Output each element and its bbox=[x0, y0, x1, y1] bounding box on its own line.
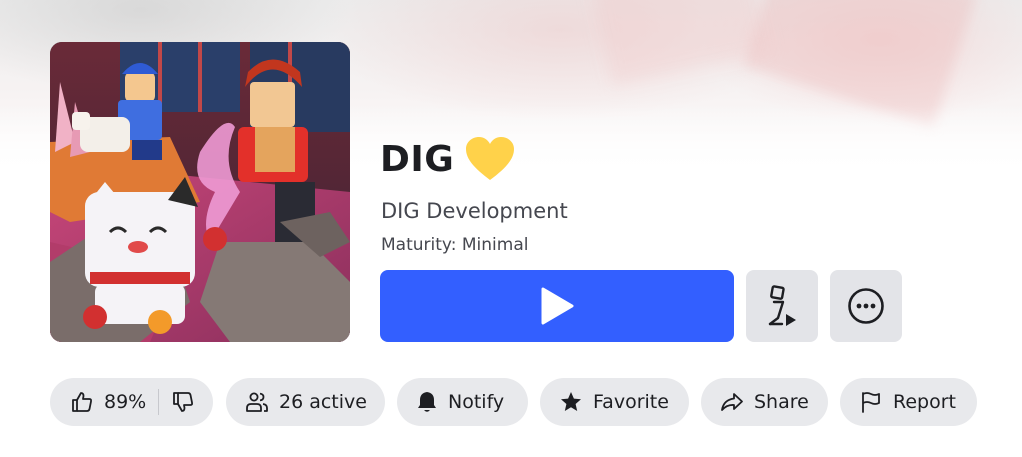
more-options-icon bbox=[848, 288, 884, 324]
creator-name[interactable]: DIG Development bbox=[381, 199, 568, 223]
flag-icon bbox=[862, 392, 880, 413]
notify-button[interactable]: Notify bbox=[397, 378, 528, 426]
share-arrow-icon bbox=[721, 393, 743, 411]
play-icon bbox=[541, 287, 574, 325]
vote-pill: 89% bbox=[50, 378, 213, 426]
title-row: DIG bbox=[380, 136, 516, 182]
share-button[interactable]: Share bbox=[701, 378, 828, 426]
notify-label: Notify bbox=[448, 391, 505, 413]
favorite-label: Favorite bbox=[593, 391, 669, 413]
server-join-button[interactable] bbox=[746, 270, 818, 342]
game-thumbnail bbox=[50, 42, 350, 342]
heart-icon bbox=[464, 136, 516, 182]
vote-divider bbox=[158, 389, 160, 415]
thumbs-down-icon bbox=[173, 392, 194, 412]
maturity-label: Maturity: bbox=[381, 235, 457, 255]
background-shape bbox=[591, 0, 769, 86]
report-label: Report bbox=[893, 391, 956, 413]
maturity-rating: Maturity: Minimal bbox=[381, 235, 528, 255]
active-count: 26 active bbox=[279, 391, 367, 413]
game-title: DIG bbox=[380, 138, 455, 180]
server-join-icon bbox=[768, 285, 796, 326]
maturity-value: Minimal bbox=[461, 235, 529, 255]
play-button[interactable] bbox=[380, 270, 734, 342]
favorite-button[interactable]: Favorite bbox=[540, 378, 689, 426]
bell-icon bbox=[418, 392, 436, 412]
more-options-button[interactable] bbox=[830, 270, 902, 342]
active-players-pill[interactable]: 26 active bbox=[226, 378, 385, 426]
thumbs-up-icon[interactable] bbox=[70, 390, 94, 414]
thumbnail-artwork bbox=[50, 42, 350, 342]
share-label: Share bbox=[754, 391, 809, 413]
report-button[interactable]: Report bbox=[840, 378, 977, 426]
people-icon bbox=[246, 392, 268, 412]
star-icon bbox=[561, 392, 581, 411]
thumbs-down-button[interactable] bbox=[171, 390, 195, 414]
like-percentage: 89% bbox=[104, 391, 147, 413]
